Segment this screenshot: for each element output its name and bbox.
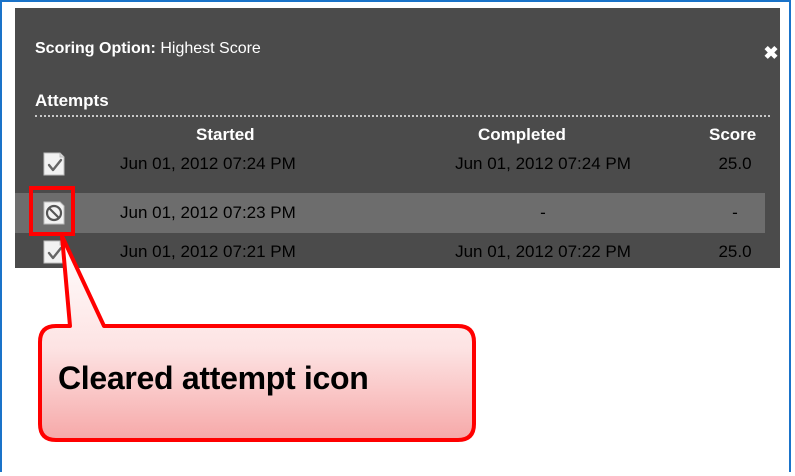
callout-bubble [38, 234, 476, 442]
callout-label: Cleared attempt icon [58, 360, 369, 396]
